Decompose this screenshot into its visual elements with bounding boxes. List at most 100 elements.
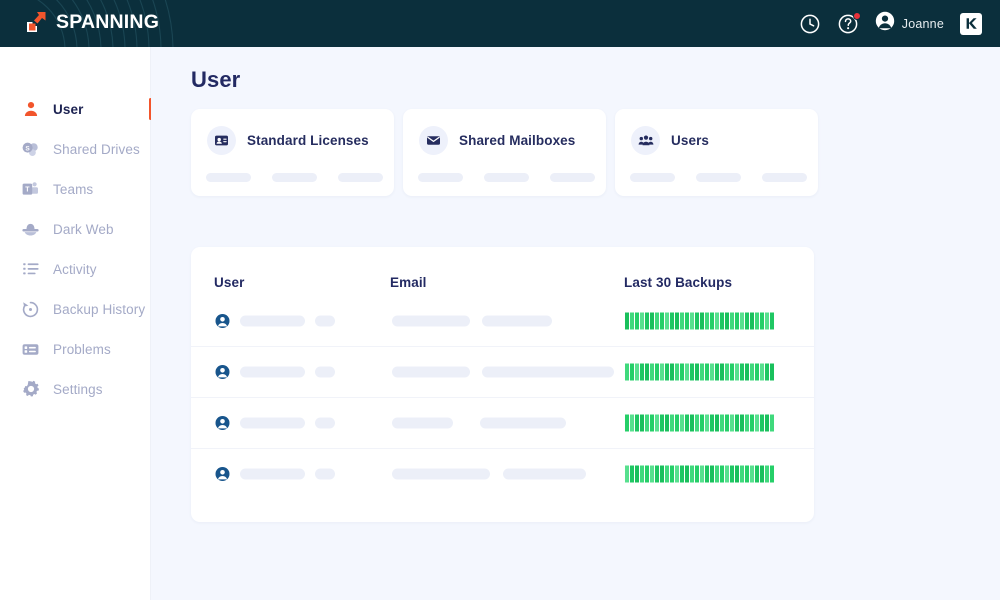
backup-status-bar: [685, 312, 689, 329]
skeleton-pill: [482, 315, 552, 326]
backup-status-bar: [750, 312, 754, 329]
backup-status-bar: [655, 312, 659, 329]
brand-name: SPANNING: [56, 11, 160, 33]
kaseya-k-logo-icon[interactable]: [960, 12, 982, 35]
table-row[interactable]: [191, 448, 814, 499]
backup-status-bar: [690, 465, 694, 483]
backup-status-bar: [680, 465, 684, 483]
backup-status-bar: [650, 312, 654, 329]
backup-status-bar: [665, 414, 669, 432]
sidebar-item-problems[interactable]: Problems: [0, 329, 151, 369]
stat-card-shared-mailboxes[interactable]: Shared Mailboxes: [403, 109, 606, 196]
skeleton-pill: [240, 366, 305, 378]
teams-icon: T: [21, 180, 40, 199]
stat-card-users[interactable]: Users: [615, 109, 818, 196]
stat-card-header: Standard Licenses: [191, 109, 394, 155]
backup-status-bar: [645, 312, 649, 329]
email-cell-skeletons: [392, 417, 566, 429]
skeleton-pill: [418, 173, 463, 182]
backup-status-bar: [705, 465, 709, 483]
backup-status-bar: [755, 312, 759, 329]
backup-status-bar: [635, 363, 639, 381]
user-avatar-icon: [215, 313, 230, 328]
email-cell-skeletons: [392, 315, 552, 326]
skeleton-pill: [315, 468, 335, 480]
sidebar-item-shared-drives[interactable]: S Shared Drives: [0, 129, 151, 169]
sidebar-item-label: Shared Drives: [53, 141, 140, 157]
backup-status-bar: [765, 312, 769, 329]
stat-card-header: Shared Mailboxes: [403, 109, 606, 155]
backup-status-bar: [645, 465, 649, 483]
svg-text:T: T: [25, 186, 30, 193]
skeleton-pill: [550, 173, 595, 182]
backup-status-bar: [625, 312, 629, 329]
stat-card-header: Users: [615, 109, 818, 155]
dark-web-icon: [21, 220, 40, 239]
backup-status-bar: [640, 414, 644, 432]
backup-status-bar: [770, 465, 774, 483]
backup-status-bar: [725, 312, 729, 329]
skeleton-pill: [630, 173, 675, 182]
user-avatar-icon: [215, 416, 230, 431]
last-30-backups-bars[interactable]: [625, 414, 774, 432]
sidebar-item-activity[interactable]: Activity: [0, 249, 151, 289]
backup-status-bar: [660, 312, 664, 329]
backup-status-bar: [640, 312, 644, 329]
backup-status-bar: [665, 363, 669, 381]
table-body: [191, 295, 814, 499]
backup-status-bar: [735, 414, 739, 432]
table-row[interactable]: [191, 397, 814, 448]
backup-status-bar: [625, 465, 629, 483]
shared-drives-icon: S: [21, 140, 40, 159]
svg-text:S: S: [25, 145, 30, 152]
backup-status-bar: [770, 363, 774, 381]
sidebar-item-dark-web[interactable]: Dark Web: [0, 209, 151, 249]
email-cell-skeletons: [392, 366, 614, 378]
backup-status-bar: [695, 363, 699, 381]
page-title: User: [191, 67, 241, 92]
top-header-bar: SPANNING Joanne: [0, 0, 1000, 47]
brand-logo[interactable]: SPANNING: [24, 9, 159, 35]
backup-status-bar: [675, 312, 679, 329]
backup-status-bar: [690, 363, 694, 381]
table-row[interactable]: [191, 346, 814, 397]
backup-status-bar: [715, 414, 719, 432]
backup-status-bar: [755, 363, 759, 381]
stat-card-label: Users: [671, 133, 710, 148]
backup-status-bar: [670, 414, 674, 432]
backup-status-bar: [765, 363, 769, 381]
sidebar-item-label: Backup History: [53, 301, 146, 317]
skeleton-pill: [240, 417, 305, 429]
backup-status-bar: [630, 312, 634, 329]
sidebar-item-teams[interactable]: T Teams: [0, 169, 151, 209]
backup-status-bar: [720, 414, 724, 432]
table-row[interactable]: [191, 295, 814, 346]
backup-status-bar: [700, 312, 704, 329]
user-menu[interactable]: Joanne: [875, 11, 944, 36]
help-circle-icon[interactable]: [837, 11, 861, 35]
skeleton-pill: [315, 417, 335, 429]
id-card-icon: [207, 126, 236, 155]
backup-status-bar: [760, 414, 764, 432]
backup-status-bar: [730, 363, 734, 381]
sidebar-item-label: Problems: [53, 341, 111, 357]
sidebar-item-settings[interactable]: Settings: [0, 369, 151, 409]
backup-status-bar: [770, 312, 774, 329]
group-users-icon: [631, 126, 660, 155]
last-30-backups-bars[interactable]: [625, 312, 774, 329]
sidebar-item-user[interactable]: User: [0, 89, 152, 129]
skeleton-pill: [762, 173, 807, 182]
backup-status-bar: [690, 414, 694, 432]
backup-status-bar: [655, 465, 659, 483]
backup-status-bar: [685, 363, 689, 381]
clock-icon[interactable]: [799, 13, 821, 35]
backup-status-bar: [655, 363, 659, 381]
backup-status-bar: [700, 465, 704, 483]
backup-status-bar: [770, 414, 774, 432]
skeleton-pill: [482, 366, 614, 378]
sidebar-item-backup-history[interactable]: Backup History: [0, 289, 151, 329]
last-30-backups-bars[interactable]: [625, 363, 774, 381]
last-30-backups-bars[interactable]: [625, 465, 774, 483]
stat-card-standard-licenses[interactable]: Standard Licenses: [191, 109, 394, 196]
backup-status-bar: [675, 363, 679, 381]
